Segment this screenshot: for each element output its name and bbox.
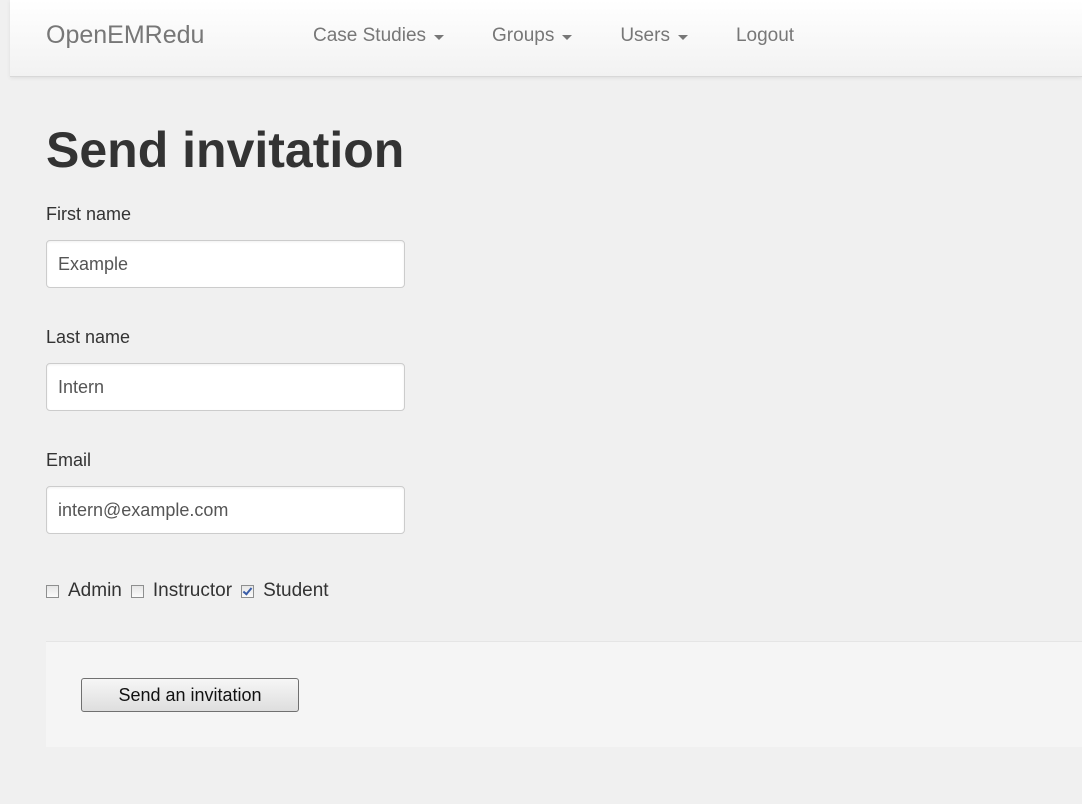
instructor-checkbox[interactable] [130, 584, 144, 598]
last-name-input[interactable] [46, 363, 405, 411]
nav-menu: Case Studies Groups Users Logout [313, 24, 794, 48]
student-checkbox[interactable] [241, 584, 255, 598]
nav-users-dropdown[interactable]: Users [620, 24, 688, 48]
brand-link[interactable]: OpenEMRedu [46, 19, 204, 51]
admin-checkbox-label[interactable]: Admin [68, 579, 122, 603]
page-title: Send invitation [46, 122, 405, 178]
student-checkbox-label[interactable]: Student [263, 579, 329, 603]
nav-item-label: Logout [735, 25, 795, 46]
form-actions: Send an invitation [46, 641, 1082, 747]
caret-down-icon [434, 34, 445, 40]
navbar: OpenEMRedu Case Studies Groups Users Log… [10, 0, 1082, 77]
send-invitation-button[interactable]: Send an invitation [81, 678, 299, 712]
caret-down-icon [677, 34, 688, 40]
nav-logout-link[interactable]: Logout [736, 24, 794, 48]
caret-down-icon [562, 34, 573, 40]
first-name-label: First name [46, 204, 132, 224]
admin-checkbox[interactable] [46, 584, 59, 598]
nav-item-label: Groups [492, 25, 555, 46]
email-input[interactable] [46, 486, 405, 534]
email-label: Email [46, 450, 92, 470]
nav-groups-dropdown[interactable]: Groups [492, 24, 573, 48]
last-name-label: Last name [46, 327, 131, 347]
first-name-input[interactable] [46, 240, 405, 288]
student-role-option[interactable]: Student [241, 579, 329, 603]
instructor-checkbox-label[interactable]: Instructor [153, 579, 232, 603]
nav-case-studies-dropdown[interactable]: Case Studies [313, 24, 445, 48]
nav-item-label: Case Studies [313, 25, 427, 46]
nav-item-label: Users [620, 25, 670, 46]
admin-role-option[interactable]: Admin [46, 579, 122, 603]
instructor-role-option[interactable]: Instructor [130, 579, 232, 603]
role-checkboxes: Admin Instructor Student [46, 578, 338, 604]
